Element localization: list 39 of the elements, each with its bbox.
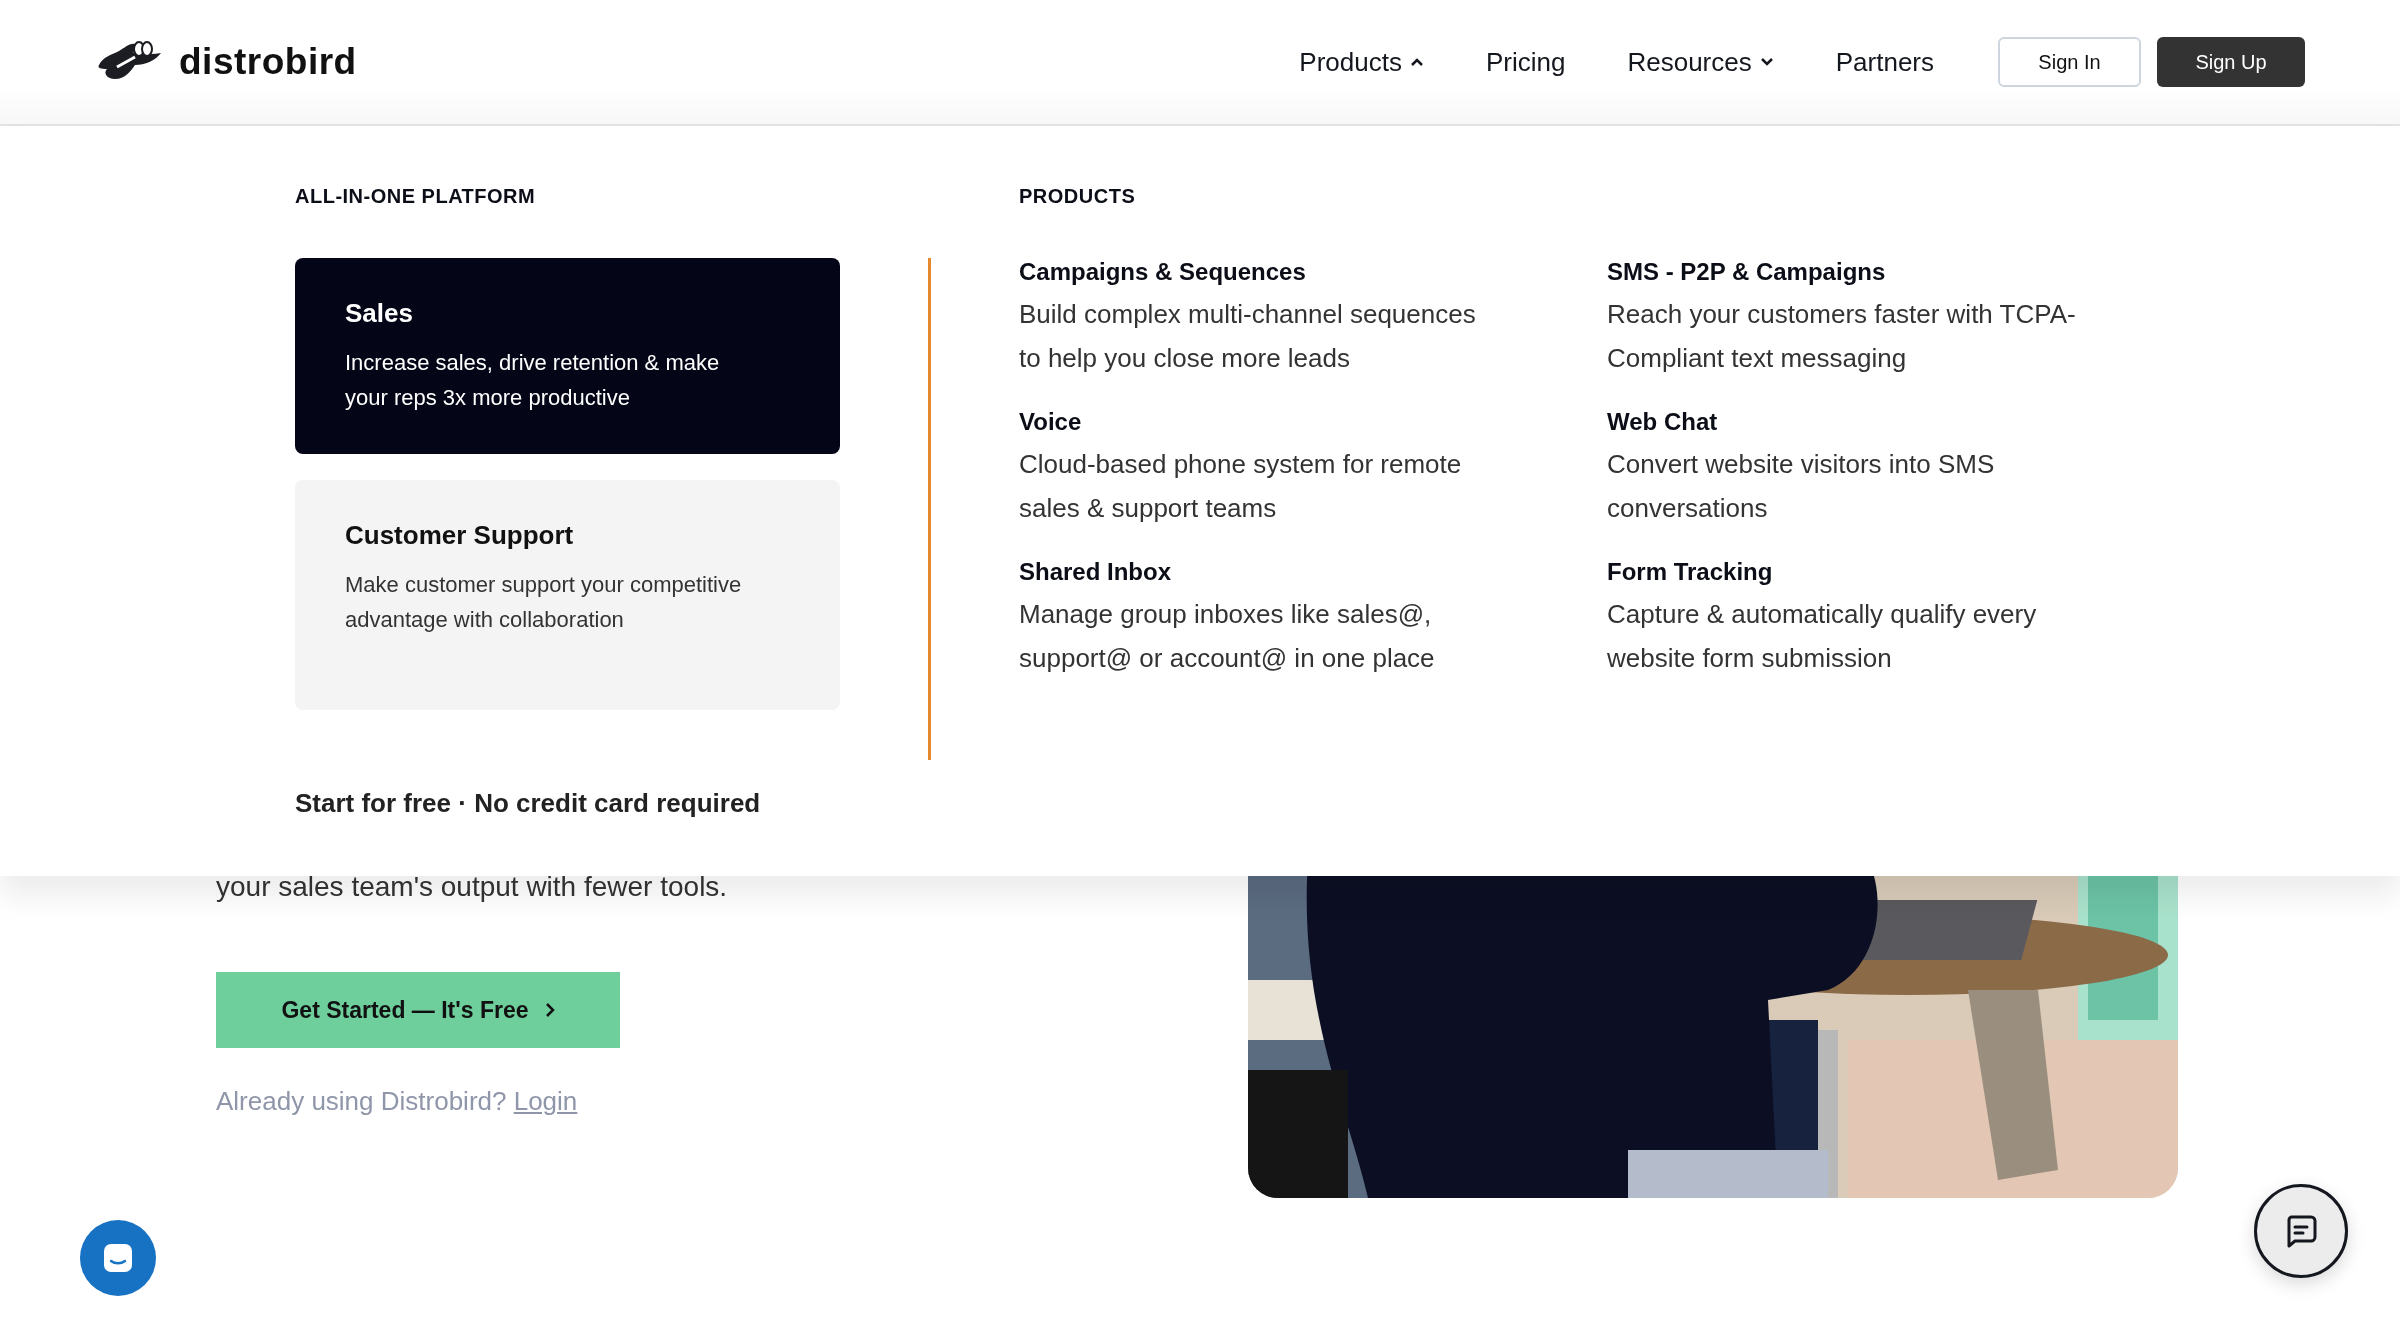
login-prompt: Already using Distrobird? Login <box>216 1085 578 1118</box>
footnote-text: Start for free · No credit card required <box>295 787 762 820</box>
product-item[interactable]: Voice Cloud-based phone system for remote sales & support teams <box>1019 404 1499 530</box>
logo-text[interactable]: distrobird <box>179 34 357 90</box>
platform-card[interactable]: Customer Support Make customer support your competitive advantage with collaboration <box>295 480 840 710</box>
product-description: Manage group inboxes like sales@, support@ or account@ in one place <box>1019 598 1436 675</box>
nav-link[interactable]: Partners <box>1835 42 1934 82</box>
product-title: Campaigns & Sequences <box>1019 257 1307 287</box>
product-item[interactable]: Shared Inbox Manage group inboxes like sales@, support@ or account@ in one place <box>1019 554 1499 680</box>
card-title: Sales <box>345 297 414 330</box>
product-title: Form Tracking <box>1607 557 1774 587</box>
menu-heading: PRODUCTS <box>1019 184 1137 208</box>
card-description: Make customer support your competitive advantage with collaboration <box>345 571 743 634</box>
product-title: Web Chat <box>1607 407 1719 437</box>
hero-text: your sales team's output with fewer tools. <box>216 870 729 904</box>
product-title: SMS - P2P & Campaigns <box>1607 257 1887 287</box>
sign-up-button[interactable]: Sign Up <box>2157 37 2305 87</box>
sign-in-button[interactable]: Sign In <box>1998 37 2141 87</box>
product-description: Cloud-based phone system for remote sales & support teams <box>1019 448 1463 525</box>
card-title: Customer Support <box>345 519 575 552</box>
menu-heading: ALL-IN-ONE PLATFORM <box>295 184 537 208</box>
product-description: Capture & automatically qualify every website form submission <box>1607 598 2038 675</box>
platform-card[interactable]: Sales Increase sales, drive retention & make your reps 3x more productive <box>295 258 840 454</box>
product-title: Shared Inbox <box>1019 557 1173 587</box>
card-description: Increase sales, drive retention & make your reps 3x more productive <box>345 349 721 412</box>
product-description: Build complex multi-channel sequences to help you close more leads <box>1019 298 1477 375</box>
product-item[interactable]: Web Chat Convert website visitors into SMS conversations <box>1607 404 2087 530</box>
product-title: Voice <box>1019 407 1083 437</box>
product-item[interactable]: SMS - P2P & Campaigns Reach your customers faster with TCPA-Compliant text messaging <box>1607 254 2087 380</box>
product-item[interactable]: Campaigns & Sequences Build complex multi-channel sequences to help you close more leads <box>1019 254 1499 380</box>
get-started-button[interactable]: Get Started — It's Free <box>216 972 620 1048</box>
nav-link[interactable]: Pricing <box>1485 42 1566 82</box>
product-item[interactable]: Form Tracking Capture & automatically qualify every website form submission <box>1607 554 2087 680</box>
nav-link[interactable]: Resources <box>1627 42 1774 82</box>
chevron-right-icon <box>544 1002 555 1018</box>
chat-icon <box>101 1241 135 1275</box>
product-description: Convert website visitors into SMS conversations <box>1607 448 1996 525</box>
nav-link[interactable]: Products <box>1299 42 1424 82</box>
product-description: Reach your customers faster with TCPA-Compliant text messaging <box>1607 298 2077 375</box>
